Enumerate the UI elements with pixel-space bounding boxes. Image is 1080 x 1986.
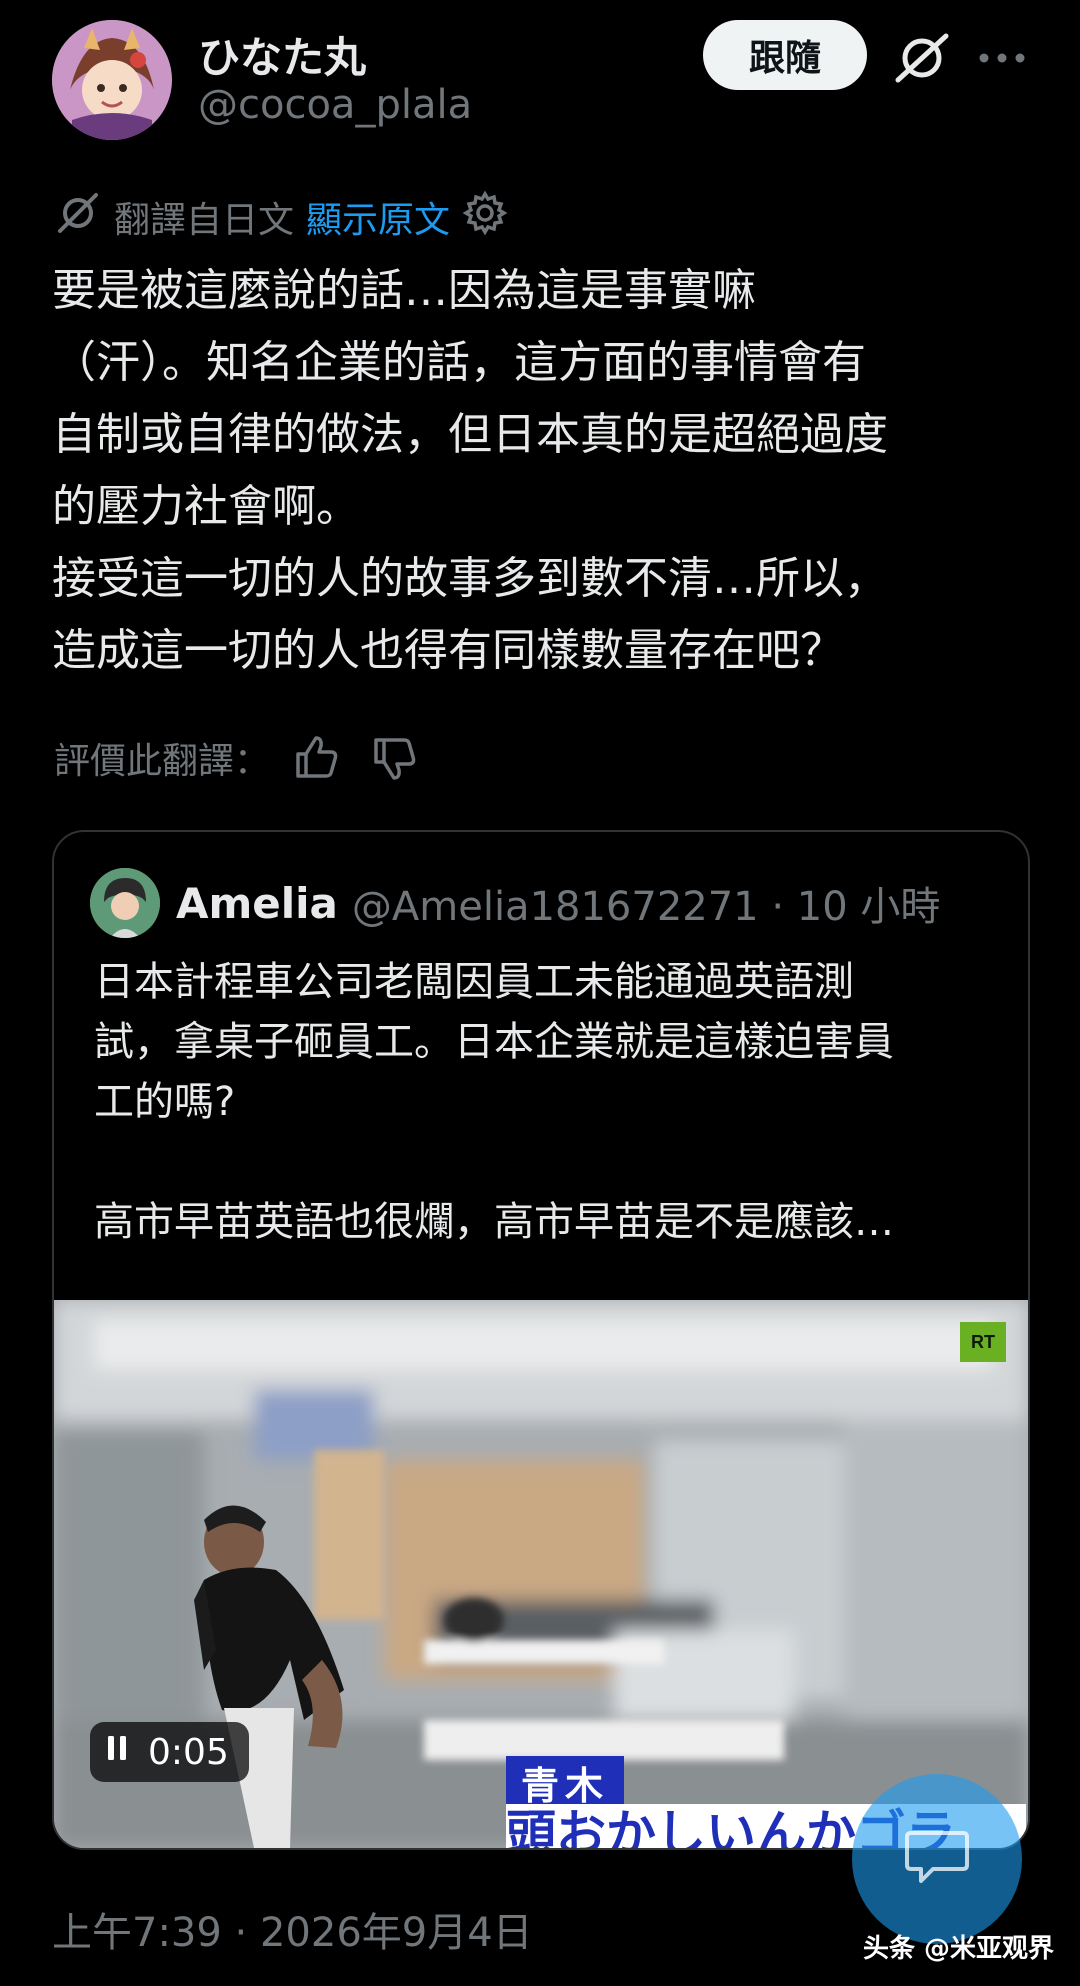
quoted-post-text: 日本計程車公司老闆因員工未能通過英語測 試，拿桌子砸員工。日本企業就是這樣迫害員…: [94, 959, 894, 1245]
author-avatar[interactable]: [52, 20, 172, 140]
translation-label: 翻譯自日文: [114, 200, 295, 241]
caption-speaker-name: 青木: [506, 1756, 624, 1808]
quoted-author-avatar[interactable]: [90, 868, 160, 938]
post-timestamp[interactable]: 上午7:39 · 2026年9月4日: [52, 1900, 533, 1958]
follow-button[interactable]: 跟隨: [703, 20, 867, 90]
grok-icon[interactable]: [892, 28, 952, 88]
video-timer[interactable]: 0:05: [90, 1722, 249, 1782]
post-text: 要是被這麼說的話…因為這是事實嘛 （汗）。知名企業的話，這方面的事情會有 自制或…: [52, 265, 888, 676]
gear-icon[interactable]: [462, 190, 508, 245]
translation-row: 翻譯自日文 顯示原文: [54, 190, 508, 244]
show-original-link[interactable]: 顯示原文: [306, 191, 450, 243]
video-elapsed-time: 0:05: [148, 1731, 229, 1773]
thumbs-up-icon[interactable]: [290, 732, 342, 784]
translate-icon: [54, 189, 102, 246]
watermark: 头条 @米亚观界: [862, 1934, 1054, 1964]
rate-translation-row: 評價此翻譯：: [54, 728, 420, 788]
compose-button[interactable]: [852, 1774, 1022, 1944]
quoted-author-handle-time: @Amelia181672271 · 10 小時: [351, 884, 941, 930]
rate-translation-label: 評價此翻譯：: [54, 741, 271, 782]
video-player[interactable]: RT 0:05 青木 頭おかしいんかゴラ: [54, 1300, 1028, 1848]
author-handle[interactable]: @cocoa_plala: [198, 82, 472, 128]
post-header: ひなた丸 @cocoa_plala 跟隨: [52, 20, 1032, 140]
rt-logo: RT: [960, 1322, 1006, 1362]
pause-icon[interactable]: [104, 1732, 132, 1773]
quoted-post[interactable]: Amelia @Amelia181672271 · 10 小時 日本計程車公司老…: [52, 830, 1030, 1850]
compose-icon: [899, 1819, 975, 1899]
quoted-author-name[interactable]: Amelia: [176, 879, 338, 928]
thumbs-down-icon[interactable]: [368, 732, 420, 784]
author-display-name[interactable]: ひなた丸: [198, 24, 366, 85]
quoted-post-header: Amelia @Amelia181672271 · 10 小時: [90, 868, 940, 938]
more-icon[interactable]: [972, 28, 1032, 88]
